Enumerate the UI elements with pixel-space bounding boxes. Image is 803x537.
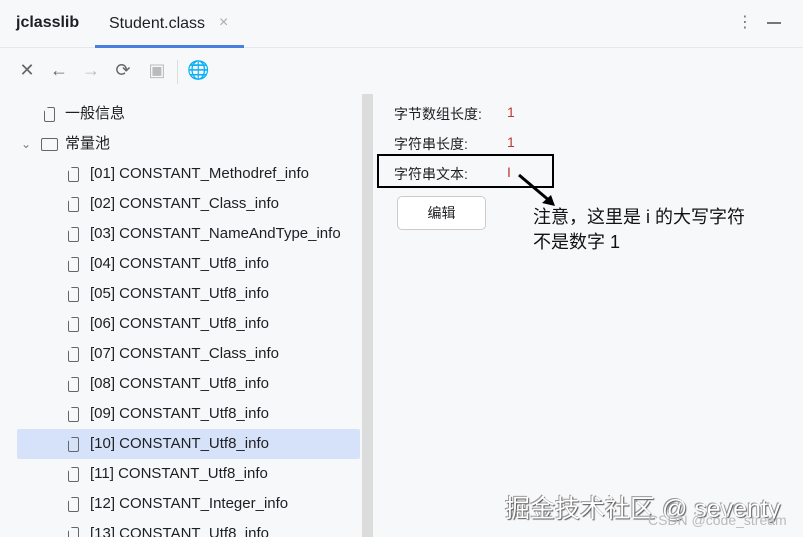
file-icon bbox=[68, 287, 79, 302]
string-text-label: 字符串文本: bbox=[394, 166, 468, 182]
tree-item-label: 常量池 bbox=[65, 135, 111, 152]
tree-item-constant-pool[interactable]: ⌄ 常量池 bbox=[17, 129, 360, 159]
file-icon bbox=[68, 467, 79, 482]
file-icon bbox=[68, 317, 79, 332]
byte-length-value: 1 bbox=[507, 104, 515, 120]
tree-item-constant[interactable]: [12] CONSTANT_Integer_info bbox=[17, 489, 360, 519]
edit-button[interactable]: 编辑 bbox=[397, 196, 486, 230]
string-length-value: 1 bbox=[507, 134, 515, 150]
byte-length-label: 字节数组长度: bbox=[394, 106, 482, 122]
tree-item-label: [09] CONSTANT_Utf8_info bbox=[90, 405, 269, 422]
tree-item-label: [02] CONSTANT_Class_info bbox=[90, 195, 279, 212]
forward-icon[interactable]: → bbox=[80, 60, 102, 81]
chevron-down-icon[interactable]: ⌄ bbox=[21, 129, 31, 159]
file-icon bbox=[68, 167, 79, 182]
back-icon[interactable]: ← bbox=[48, 60, 70, 81]
close-tab-icon[interactable]: × bbox=[219, 14, 228, 32]
file-icon bbox=[68, 257, 79, 272]
minimize-icon[interactable] bbox=[767, 22, 781, 24]
file-icon bbox=[68, 347, 79, 362]
tree-item-constant[interactable]: [04] CONSTANT_Utf8_info bbox=[17, 249, 360, 279]
file-icon bbox=[68, 377, 79, 392]
tree-item-label: [11] CONSTANT_Utf8_info bbox=[90, 465, 268, 482]
tree-item-general[interactable]: 一般信息 bbox=[17, 99, 360, 129]
tree-item-label: [06] CONSTANT_Utf8_info bbox=[90, 315, 269, 332]
file-icon bbox=[68, 497, 79, 512]
string-text-value: I bbox=[507, 164, 511, 180]
tree-item-label: [12] CONSTANT_Integer_info bbox=[90, 495, 289, 512]
file-icon bbox=[68, 197, 79, 212]
tree-item-label: 一般信息 bbox=[65, 105, 126, 122]
file-icon bbox=[68, 437, 79, 452]
file-icon bbox=[68, 227, 79, 242]
tree-item-label: [08] CONSTANT_Utf8_info bbox=[90, 375, 269, 392]
tree-item-constant[interactable]: [08] CONSTANT_Utf8_info bbox=[17, 369, 360, 399]
tree-item-label: [10] CONSTANT_Utf8_info bbox=[90, 435, 269, 452]
tree-item-label: [07] CONSTANT_Class_info bbox=[90, 345, 279, 362]
arrow-annotation bbox=[518, 173, 555, 206]
annotation-note: 注意，这里是 i 的大写字符 不是数字 1 bbox=[533, 205, 745, 255]
tree: 一般信息 ⌄ 常量池 [01] CONSTANT_Methodref_info [… bbox=[0, 98, 362, 537]
toolbar-divider bbox=[177, 60, 178, 84]
folder-icon bbox=[41, 138, 58, 151]
tree-item-constant[interactable]: [05] CONSTANT_Utf8_info bbox=[17, 279, 360, 309]
tree-item-label: [13] CONSTANT_Utf8_info bbox=[90, 525, 269, 537]
annotation-line-1: 注意，这里是 i 的大写字符 bbox=[533, 207, 745, 227]
app-title: jclasslib bbox=[16, 14, 80, 31]
tree-item-constant[interactable]: [02] CONSTANT_Class_info bbox=[17, 189, 360, 219]
save-icon[interactable]: ▣ bbox=[146, 60, 168, 81]
tree-item-constant[interactable]: [13] CONSTANT_Utf8_info bbox=[17, 519, 360, 537]
watermark-sub: CSDN @code_stream bbox=[648, 512, 787, 528]
string-length-label: 字符串长度: bbox=[394, 136, 468, 152]
tab-student-class[interactable]: Student.class × bbox=[95, 0, 244, 48]
tree-item-constant[interactable]: [11] CONSTANT_Utf8_info bbox=[17, 459, 360, 489]
file-icon bbox=[68, 527, 79, 537]
tree-item-label: [01] CONSTANT_Methodref_info bbox=[90, 165, 309, 182]
file-icon bbox=[68, 407, 79, 422]
tree-scrollbar[interactable] bbox=[362, 94, 373, 537]
close-icon[interactable]: ✕ bbox=[16, 60, 38, 81]
tab-label: Student.class bbox=[109, 15, 206, 32]
tree-item-constant[interactable]: [10] CONSTANT_Utf8_info bbox=[17, 429, 360, 459]
header: jclasslib Student.class × ⋮ bbox=[0, 0, 803, 48]
web-icon[interactable]: 🌐 bbox=[187, 60, 209, 81]
tree-item-constant[interactable]: [09] CONSTANT_Utf8_info bbox=[17, 399, 360, 429]
tree-item-label: [03] CONSTANT_NameAndType_info bbox=[90, 225, 341, 242]
tree-item-label: [04] CONSTANT_Utf8_info bbox=[90, 255, 269, 272]
annotation-line-2: 不是数字 1 bbox=[533, 232, 621, 252]
more-menu-icon[interactable]: ⋮ bbox=[737, 12, 753, 32]
tree-item-constant[interactable]: [01] CONSTANT_Methodref_info bbox=[17, 159, 360, 189]
tree-item-constant[interactable]: [07] CONSTANT_Class_info bbox=[17, 339, 360, 369]
tree-item-label: [05] CONSTANT_Utf8_info bbox=[90, 285, 269, 302]
tree-item-constant[interactable]: [03] CONSTANT_NameAndType_info bbox=[17, 219, 360, 249]
file-icon bbox=[44, 107, 55, 122]
refresh-icon[interactable]: ⟳ bbox=[112, 60, 134, 81]
tree-item-constant[interactable]: [06] CONSTANT_Utf8_info bbox=[17, 309, 360, 339]
